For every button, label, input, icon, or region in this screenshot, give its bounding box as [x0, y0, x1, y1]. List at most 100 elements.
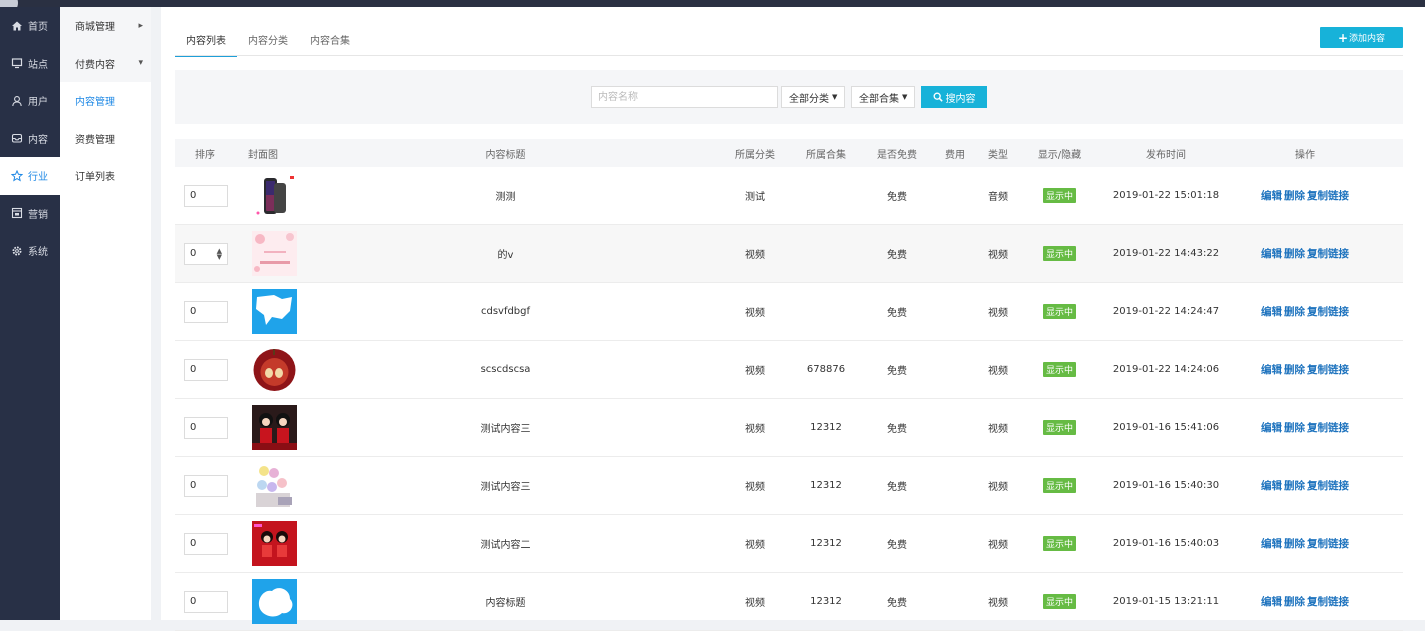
- delete-link[interactable]: 删除: [1284, 190, 1305, 202]
- status-badge[interactable]: 显示中: [1042, 246, 1076, 261]
- category-cell: 测试: [745, 192, 765, 203]
- publish-time-cell: 2019-01-15 13:21:11: [1112, 596, 1220, 607]
- sidebar-item-0[interactable]: 首页: [0, 7, 60, 45]
- publish-time-cell: 2019-01-22 15:01:18: [1112, 190, 1220, 201]
- copy-link-link[interactable]: 复制链接: [1307, 596, 1349, 608]
- copy-link-link[interactable]: 复制链接: [1307, 364, 1349, 376]
- sidebar-item-2[interactable]: 用户: [0, 82, 60, 120]
- subnav-item-1[interactable]: 付费内容 ▾: [60, 44, 151, 82]
- status-badge[interactable]: 显示中: [1042, 478, 1076, 493]
- column-header: 类型: [988, 149, 1008, 161]
- sidebar-item-4[interactable]: 行业: [0, 157, 60, 195]
- add-content-button[interactable]: + 添加内容: [1320, 27, 1403, 48]
- tab-content-list[interactable]: 内容列表: [175, 26, 237, 57]
- type-cell: 视频: [988, 308, 1008, 319]
- sidebar-item-1[interactable]: 站点: [0, 45, 60, 83]
- copy-link-link[interactable]: 复制链接: [1307, 190, 1349, 202]
- edit-link[interactable]: 编辑: [1261, 248, 1282, 260]
- sort-input[interactable]: 0: [184, 300, 228, 323]
- table-row: 0 测试内容三 视频 12312 免费 视频 显示中 2019-01-16 15:40:30 编…: [175, 457, 1403, 515]
- visibility-cell: 显示中: [1018, 362, 1101, 377]
- status-badge[interactable]: 显示中: [1042, 594, 1076, 609]
- free-cell: 免费: [887, 366, 907, 377]
- delete-link[interactable]: 删除: [1284, 480, 1305, 492]
- delete-link[interactable]: 删除: [1284, 364, 1305, 376]
- search-button-label: 搜内容: [945, 93, 976, 105]
- status-badge[interactable]: 显示中: [1042, 362, 1076, 377]
- main-panel: 内容列表 内容分类 内容合集 +添加内容 全部分类▼ 全部合集▼ 搜内容 排序封…: [161, 7, 1425, 631]
- cover-image: [252, 231, 297, 276]
- type-cell: 视频: [988, 482, 1008, 493]
- subnav-item-3[interactable]: 资费管理: [60, 120, 151, 158]
- sort-value: 0: [190, 248, 197, 259]
- copy-link-link[interactable]: 复制链接: [1307, 306, 1349, 318]
- cover-cell: [235, 173, 297, 218]
- collection-select-value: 全部合集: [859, 93, 899, 105]
- sort-cell: 0: [175, 358, 235, 381]
- sort-input[interactable]: 0: [184, 184, 228, 207]
- type-cell: 视频: [988, 366, 1008, 377]
- sort-input[interactable]: 0 ▲ ▼: [184, 242, 228, 265]
- category-cell: 视频: [745, 598, 765, 609]
- copy-link-link[interactable]: 复制链接: [1307, 538, 1349, 550]
- sidebar-item-5[interactable]: 营销: [0, 195, 60, 233]
- column-header: 发布时间: [1146, 149, 1186, 161]
- gear-icon: [11, 245, 23, 257]
- edit-link[interactable]: 编辑: [1261, 538, 1282, 550]
- copy-link-link[interactable]: 复制链接: [1307, 248, 1349, 260]
- delete-link[interactable]: 删除: [1284, 422, 1305, 434]
- inbox-icon: [11, 132, 23, 144]
- tab-content-collection[interactable]: 内容合集: [299, 26, 361, 55]
- status-badge[interactable]: 显示中: [1042, 188, 1076, 203]
- sort-input[interactable]: 0: [184, 590, 228, 613]
- edit-link[interactable]: 编辑: [1261, 364, 1282, 376]
- free-cell: 免费: [887, 540, 907, 551]
- cover-cell: [235, 405, 297, 450]
- sidebar-item-label: 用户: [28, 97, 48, 109]
- visibility-cell: 显示中: [1018, 188, 1101, 203]
- status-badge[interactable]: 显示中: [1042, 420, 1076, 435]
- copy-link-link[interactable]: 复制链接: [1307, 422, 1349, 434]
- title-cell: 内容标题: [485, 598, 526, 609]
- sidebar-item-label: 内容: [28, 134, 48, 146]
- publish-time-cell: 2019-01-22 14:43:22: [1112, 248, 1220, 259]
- subnav-item-4[interactable]: 订单列表: [60, 157, 151, 195]
- delete-link[interactable]: 删除: [1284, 596, 1305, 608]
- delete-link[interactable]: 删除: [1284, 248, 1305, 260]
- edit-link[interactable]: 编辑: [1261, 480, 1282, 492]
- delete-link[interactable]: 删除: [1284, 306, 1305, 318]
- subnav-item-2[interactable]: 内容管理: [60, 82, 151, 120]
- sidebar-item-6[interactable]: 系统: [0, 232, 60, 270]
- category-select[interactable]: 全部分类 ▼: [781, 86, 846, 108]
- edit-link[interactable]: 编辑: [1261, 422, 1282, 434]
- caret-down-icon: ▾: [138, 58, 143, 69]
- tab-bar: 内容列表 内容分类 内容合集: [175, 26, 361, 57]
- edit-link[interactable]: 编辑: [1261, 190, 1282, 202]
- sort-input[interactable]: 0: [184, 416, 228, 439]
- sidebar-item-3[interactable]: 内容: [0, 120, 60, 158]
- search-button[interactable]: 搜内容: [921, 86, 987, 108]
- sort-input[interactable]: 0: [184, 358, 228, 381]
- cover-image: [252, 405, 297, 450]
- status-badge[interactable]: 显示中: [1042, 304, 1076, 319]
- sort-input[interactable]: 0: [184, 532, 228, 555]
- sort-value: 0: [190, 364, 197, 375]
- publish-time-cell: 2019-01-16 15:40:03: [1112, 538, 1220, 549]
- tab-content-category[interactable]: 内容分类: [237, 26, 299, 55]
- edit-link[interactable]: 编辑: [1261, 596, 1282, 608]
- sort-input[interactable]: 0: [184, 474, 228, 497]
- status-badge[interactable]: 显示中: [1042, 536, 1076, 551]
- edit-link[interactable]: 编辑: [1261, 306, 1282, 318]
- sidebar-item-label: 营销: [28, 209, 48, 221]
- column-header: 内容标题: [485, 149, 526, 161]
- stepper-icon[interactable]: ▲ ▼: [217, 247, 222, 260]
- collection-select[interactable]: 全部合集 ▼: [851, 86, 916, 108]
- content-name-input[interactable]: [591, 86, 778, 108]
- sort-cell: 0: [175, 590, 235, 613]
- delete-link[interactable]: 删除: [1284, 538, 1305, 550]
- subnav-item-0[interactable]: 商城管理 ▸: [60, 7, 151, 45]
- free-cell: 免费: [887, 482, 907, 493]
- copy-link-link[interactable]: 复制链接: [1307, 480, 1349, 492]
- publish-time-cell: 2019-01-16 15:40:30: [1112, 480, 1220, 491]
- monitor-icon: [11, 57, 23, 69]
